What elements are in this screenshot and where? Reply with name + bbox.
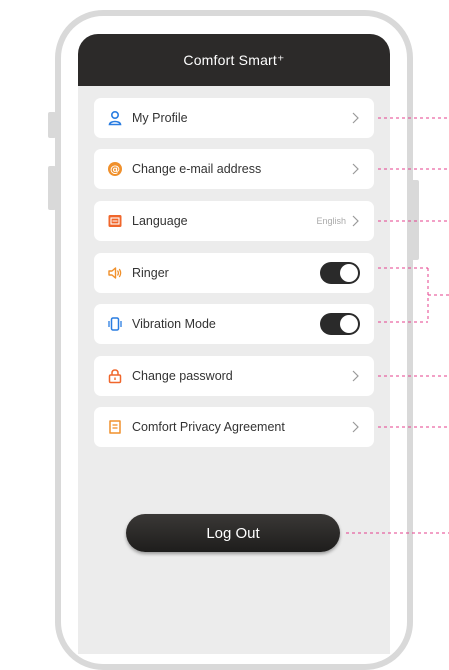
annotation-leader-lines <box>346 117 449 534</box>
